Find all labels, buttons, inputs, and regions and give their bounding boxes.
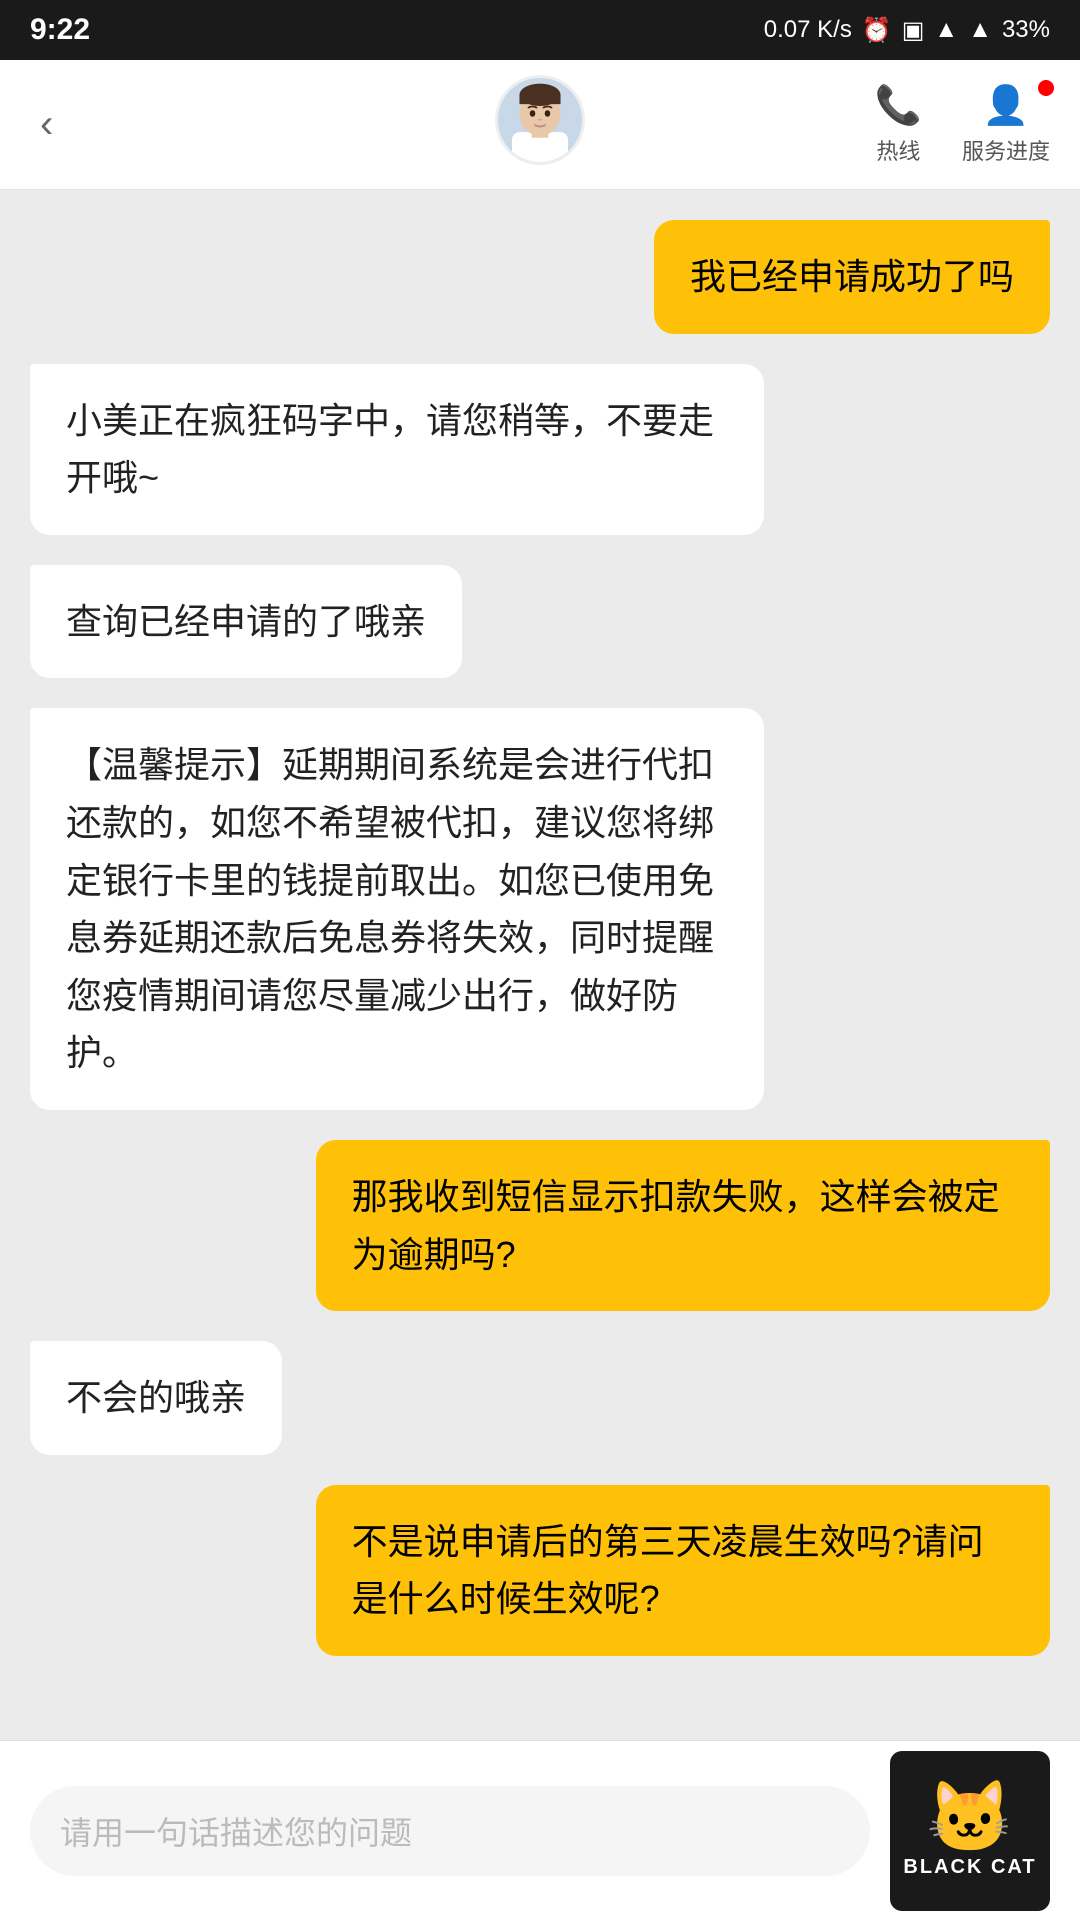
sim-icon: ▣ [902,16,925,45]
header-actions: 📞 热线 👤 服务进度 [875,84,1050,166]
message-input[interactable]: 请用一句话描述您的问题 [30,1786,870,1876]
agent-avatar [495,75,585,165]
message-row: 那我收到短信显示扣款失败，这样会被定为逾期吗? [30,1140,1050,1311]
alarm-icon: ⏰ [862,16,892,45]
progress-label: 服务进度 [962,134,1050,166]
agent-bubble: 【温馨提示】延期期间系统是会进行代扣还款的，如您不希望被代扣，建议您将绑定银行卡… [30,708,764,1110]
agent-bubble: 查询已经申请的了哦亲 [30,565,462,679]
network-speed: 0.07 K/s [764,16,852,44]
message-row: 小美正在疯狂码字中，请您稍等，不要走开哦~ [30,364,1050,535]
status-right: 0.07 K/s ⏰ ▣ ▲ ▲ 33% [764,16,1050,45]
phone-icon: 📞 [875,84,922,128]
back-button[interactable]: ‹ [30,92,63,157]
user-bubble: 那我收到短信显示扣款失败，这样会被定为逾期吗? [316,1140,1050,1311]
message-row: 不是说申请后的第三天凌晨生效吗?请问是什么时候生效呢? [30,1485,1050,1656]
progress-icon: 👤 [982,84,1029,128]
agent-bubble: 小美正在疯狂码字中，请您稍等，不要走开哦~ [30,364,764,535]
status-bar: 9:22 0.07 K/s ⏰ ▣ ▲ ▲ 33% [0,0,1080,60]
user-bubble: 我已经申请成功了吗 [654,220,1050,334]
progress-button[interactable]: 👤 服务进度 [962,84,1050,166]
hotline-label: 热线 [876,134,920,166]
message-row: 查询已经申请的了哦亲 [30,565,1050,679]
status-time: 9:22 [30,13,90,47]
agent-bubble: 不会的哦亲 [30,1341,282,1455]
black-cat-logo: 🐱 BLACK CAT [890,1751,1050,1911]
message-row: 【温馨提示】延期期间系统是会进行代扣还款的，如您不希望被代扣，建议您将绑定银行卡… [30,708,1050,1110]
bottom-bar: 请用一句话描述您的问题 🐱 BLACK CAT [0,1740,1080,1920]
user-bubble: 不是说申请后的第三天凌晨生效吗?请问是什么时候生效呢? [316,1485,1050,1656]
wifi-icon: ▲ [934,16,958,44]
chat-area: 我已经申请成功了吗小美正在疯狂码字中，请您稍等，不要走开哦~ 查询已经申请的了哦亲… [0,190,1080,1856]
badge-dot [1038,80,1054,96]
logo-text: BLACK CAT [903,1856,1036,1879]
cat-icon: 🐱 [926,1782,1013,1852]
signal-icon: ▲ [968,16,992,44]
hotline-button[interactable]: 📞 热线 [875,84,922,166]
input-placeholder: 请用一句话描述您的问题 [60,1808,412,1854]
battery: 33% [1002,16,1050,44]
message-row: 不会的哦亲 [30,1341,1050,1455]
chat-header: ‹ 📞 热线 [0,60,1080,190]
message-row: 我已经申请成功了吗 [30,220,1050,334]
